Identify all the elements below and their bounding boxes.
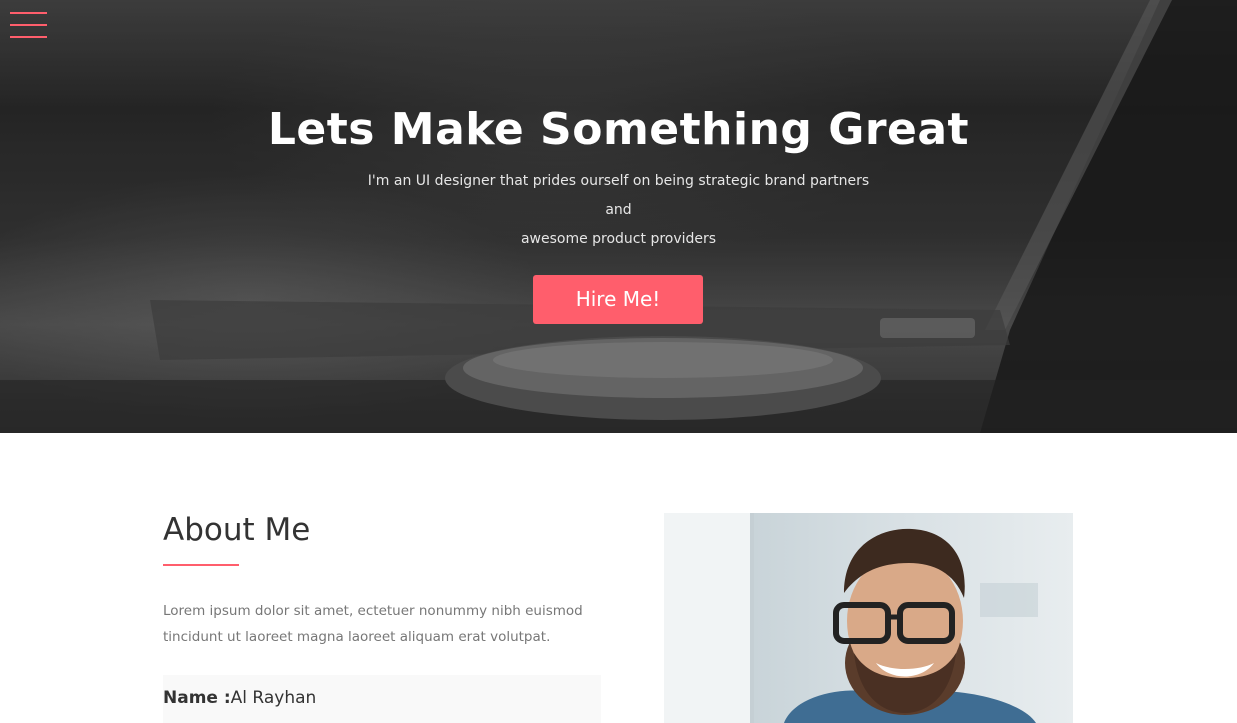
hero-title: Lets Make Something Great xyxy=(267,104,970,155)
info-value: Al Rayhan xyxy=(230,688,317,708)
about-heading: About Me xyxy=(163,512,311,548)
info-label: Name : xyxy=(163,688,231,708)
hero-section: Lets Make Something Great I'm an UI desi… xyxy=(0,0,1237,433)
hamburger-menu-icon[interactable] xyxy=(10,11,47,38)
menu-line xyxy=(10,24,47,26)
hero-subtitle-line2: awesome product providers xyxy=(520,231,717,247)
about-description-line2: tincidunt ut laoreet magna laoreet aliqu… xyxy=(163,629,551,645)
profile-photo-illustration xyxy=(664,513,1038,723)
profile-photo xyxy=(664,513,1073,723)
about-description-line1: Lorem ipsum dolor sit amet, ectetuer non… xyxy=(163,603,583,619)
hero-subtitle: I'm an UI designer that prides ourself o… xyxy=(360,167,877,254)
menu-line xyxy=(10,36,47,38)
about-description: Lorem ipsum dolor sit amet, ectetuer non… xyxy=(163,598,603,650)
info-row-name: Name :Al Rayhan xyxy=(163,675,601,723)
menu-line xyxy=(10,12,47,14)
hero-subtitle-line1: I'm an UI designer that prides ourself o… xyxy=(367,173,870,218)
hire-me-button[interactable]: Hire Me! xyxy=(533,275,703,324)
heading-underline xyxy=(163,564,239,566)
